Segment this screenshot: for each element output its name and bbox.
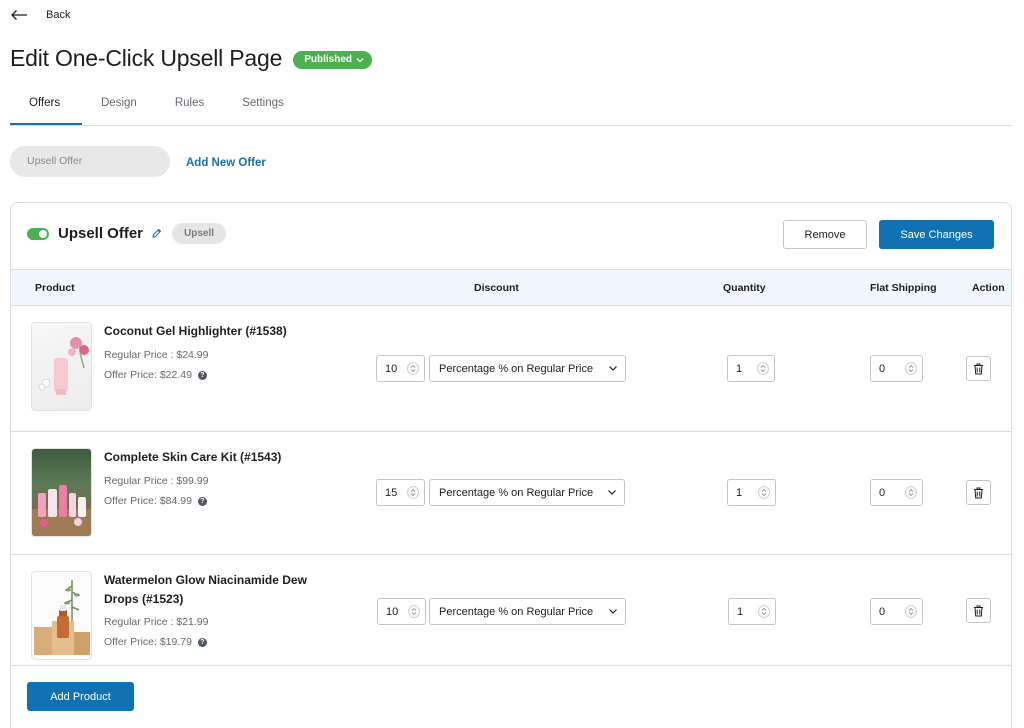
offer-enabled-toggle[interactable] xyxy=(27,227,49,240)
table-row: Watermelon Glow Niacinamide Dew Drops (#… xyxy=(11,555,1011,666)
delete-product-button[interactable] xyxy=(966,480,991,505)
remove-button[interactable]: Remove xyxy=(783,220,867,249)
regular-price: Regular Price : $99.99 xyxy=(104,475,208,487)
table-row: Complete Skin Care Kit (#1543) Regular P… xyxy=(11,432,1011,555)
question-circle-icon: ? xyxy=(197,637,207,647)
flat-shipping-input[interactable]: 0 xyxy=(870,598,923,625)
stepper-icon[interactable] xyxy=(758,486,770,499)
chevron-down-icon xyxy=(356,57,364,62)
pencil-icon[interactable] xyxy=(151,228,162,239)
tab-settings[interactable]: Settings xyxy=(223,90,303,125)
back-label: Back xyxy=(46,9,71,21)
chevron-down-icon xyxy=(609,366,617,371)
quantity-input[interactable]: 1 xyxy=(727,355,775,382)
discount-value-input[interactable]: 10 xyxy=(377,598,426,625)
chevron-down-icon xyxy=(608,490,616,495)
title-row: Edit One-Click Upsell Page Published xyxy=(10,45,372,72)
column-header-flat-shipping: Flat Shipping xyxy=(870,282,937,294)
delete-product-button[interactable] xyxy=(966,356,991,381)
tab-offers[interactable]: Offers xyxy=(10,90,82,125)
discount-value: 10 xyxy=(386,606,399,618)
product-image xyxy=(31,448,92,537)
regular-price: Regular Price : $21.99 xyxy=(104,616,208,628)
stepper-icon[interactable] xyxy=(905,486,917,499)
discount-type-select[interactable]: Percentage % on Regular Price xyxy=(429,598,626,625)
product-name: Coconut Gel Highlighter (#1538) xyxy=(104,324,287,338)
quantity-value: 1 xyxy=(736,487,743,499)
tab-rules[interactable]: Rules xyxy=(156,90,223,125)
add-new-offer-link[interactable]: Add New Offer xyxy=(186,157,266,169)
quantity-input[interactable]: 1 xyxy=(728,598,776,625)
offer-price-text: Offer Price: $22.49 xyxy=(104,369,192,381)
discount-type-select[interactable]: Percentage % on Regular Price xyxy=(429,479,625,506)
save-changes-button[interactable]: Save Changes xyxy=(879,220,994,249)
product-name: Complete Skin Care Kit (#1543) xyxy=(104,450,282,464)
stepper-icon[interactable] xyxy=(758,605,770,618)
tab-design[interactable]: Design xyxy=(82,90,156,125)
offer-card-header: Upsell Offer Upsell xyxy=(27,223,227,244)
delete-product-button[interactable] xyxy=(966,598,991,623)
trash-icon xyxy=(974,605,983,616)
offer-name: Upsell Offer xyxy=(58,225,144,242)
offer-price-text: Offer Price: $84.99 xyxy=(104,495,192,507)
discount-type: Percentage % on Regular Price xyxy=(439,487,594,499)
offer-price-text: Offer Price: $19.79 xyxy=(104,636,192,648)
offer-card: Upsell Offer Upsell Remove Save Changes … xyxy=(10,202,1012,728)
stepper-icon[interactable] xyxy=(757,362,769,375)
quantity-input[interactable]: 1 xyxy=(727,479,776,506)
discount-type: Percentage % on Regular Price xyxy=(439,363,594,375)
stepper-icon[interactable] xyxy=(905,605,917,618)
flat-shipping-value: 0 xyxy=(879,363,886,375)
table-row: Coconut Gel Highlighter (#1538) Regular … xyxy=(11,306,1011,432)
table-header: Product Discount Quantity Flat Shipping … xyxy=(11,269,1011,306)
discount-value: 10 xyxy=(385,363,398,375)
regular-price-text: Regular Price : $99.99 xyxy=(104,475,209,487)
stepper-icon[interactable] xyxy=(905,362,917,375)
offer-pill-upsell[interactable]: Upsell Offer xyxy=(10,146,170,177)
offer-price: Offer Price: $22.49 ? xyxy=(104,369,207,381)
product-name: Watermelon Glow Niacinamide Dew Drops (#… xyxy=(104,573,307,606)
stepper-icon[interactable] xyxy=(407,486,419,499)
back-link[interactable]: Back xyxy=(10,9,70,21)
question-circle-icon: ? xyxy=(197,496,207,506)
discount-type: Percentage % on Regular Price xyxy=(439,606,594,618)
flat-shipping-input[interactable]: 0 xyxy=(870,479,923,506)
discount-value-input[interactable]: 10 xyxy=(376,355,425,382)
status-label: Published xyxy=(304,54,352,65)
status-dropdown[interactable]: Published xyxy=(293,50,372,69)
regular-price-text: Regular Price : $21.99 xyxy=(104,616,209,628)
column-header-discount: Discount xyxy=(474,282,519,294)
flat-shipping-input[interactable]: 0 xyxy=(870,355,923,382)
quantity-value: 1 xyxy=(736,363,743,375)
add-product-button[interactable]: Add Product xyxy=(27,682,134,711)
trash-icon xyxy=(974,487,983,498)
tabs: Offers Design Rules Settings xyxy=(10,90,1012,126)
question-circle-icon: ? xyxy=(197,370,207,380)
column-header-action: Action xyxy=(972,282,1005,294)
product-image xyxy=(31,322,92,411)
arrow-left-icon xyxy=(11,10,27,20)
discount-value-input[interactable]: 15 xyxy=(376,479,425,506)
column-header-quantity: Quantity xyxy=(723,282,766,294)
flat-shipping-value: 0 xyxy=(879,487,886,499)
offer-price: Offer Price: $84.99 ? xyxy=(104,495,207,507)
discount-type-select[interactable]: Percentage % on Regular Price xyxy=(429,355,626,382)
discount-value: 15 xyxy=(385,487,398,499)
offer-type-badge: Upsell xyxy=(172,223,227,244)
page-title: Edit One-Click Upsell Page xyxy=(10,45,283,71)
offer-price: Offer Price: $19.79 ? xyxy=(104,636,207,648)
regular-price-text: Regular Price : $24.99 xyxy=(104,349,209,361)
product-image xyxy=(31,571,92,660)
quantity-value: 1 xyxy=(737,606,744,618)
regular-price: Regular Price : $24.99 xyxy=(104,349,208,361)
trash-icon xyxy=(974,363,983,374)
chevron-down-icon xyxy=(609,609,617,614)
stepper-icon[interactable] xyxy=(407,362,419,375)
column-header-product: Product xyxy=(35,282,75,294)
flat-shipping-value: 0 xyxy=(879,606,886,618)
stepper-icon[interactable] xyxy=(408,605,420,618)
